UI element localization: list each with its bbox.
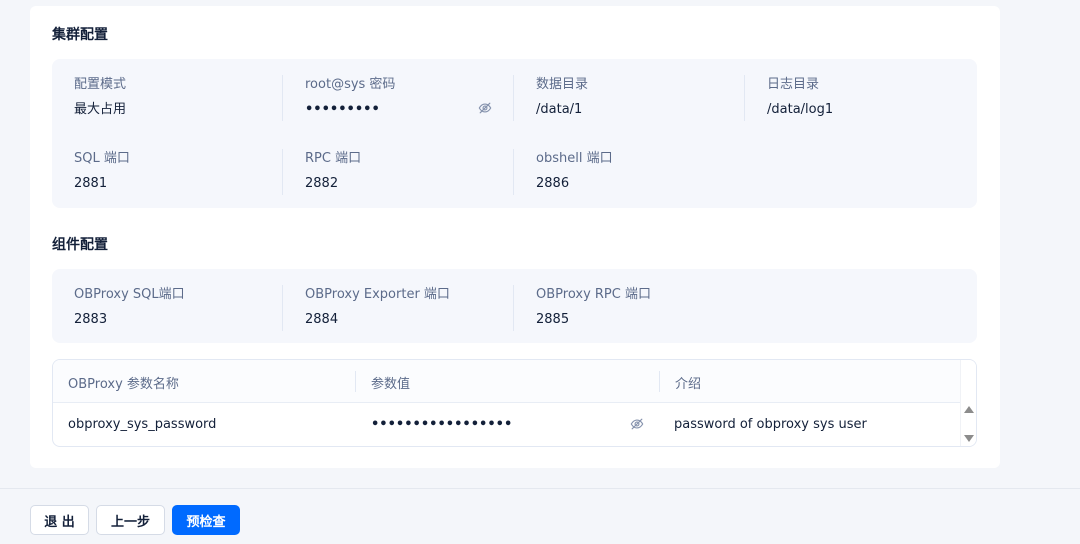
config-mode-label: 配置模式 xyxy=(74,77,127,92)
data-dir-field: 数据目录 /data/1 xyxy=(536,76,746,119)
footer-bar: 退 出 上一步 预检查 xyxy=(0,488,1080,544)
obproxy-rpc-port-field: OBProxy RPC 端口 2885 xyxy=(536,286,746,329)
component-config-box: OBProxy SQL端口 2883 OBProxy Exporter 端口 2… xyxy=(52,269,977,343)
obshell-port-value: 2886 xyxy=(536,176,570,191)
divider xyxy=(513,75,514,121)
root-password-label: root@sys 密码 xyxy=(305,77,396,92)
config-card: 集群配置 配置模式 最大占用 root@sys 密码 ••••••••• 数据目… xyxy=(30,6,1000,468)
obproxy-exporter-port-field: OBProxy Exporter 端口 2884 xyxy=(305,286,515,329)
root-password-value: ••••••••• xyxy=(305,102,380,117)
eye-invisible-icon[interactable] xyxy=(478,101,492,115)
sql-port-field: SQL 端口 2881 xyxy=(74,150,284,193)
divider xyxy=(513,149,514,195)
header-param-value: 参数值 xyxy=(371,377,411,392)
log-dir-field: 日志目录 /data/log1 xyxy=(767,76,977,119)
scroll-down-arrow-icon[interactable] xyxy=(964,435,974,442)
header-param-name: OBProxy 参数名称 xyxy=(68,377,179,392)
divider xyxy=(282,75,283,121)
log-dir-value: /data/log1 xyxy=(767,102,834,117)
divider xyxy=(744,75,745,121)
obshell-port-field: obshell 端口 2886 xyxy=(536,150,746,193)
obproxy-rpc-port-label: OBProxy RPC 端口 xyxy=(536,287,651,302)
obproxy-sql-port-value: 2883 xyxy=(74,312,108,327)
sql-port-value: 2881 xyxy=(74,176,108,191)
precheck-button[interactable]: 预检查 xyxy=(172,505,240,535)
scroll-up-arrow-icon[interactable] xyxy=(964,406,974,413)
rpc-port-field: RPC 端口 2882 xyxy=(305,150,515,193)
rpc-port-label: RPC 端口 xyxy=(305,151,362,166)
param-value-cell: ••••••••••••••••• xyxy=(371,417,513,432)
data-dir-label: 数据目录 xyxy=(536,77,589,92)
divider xyxy=(282,285,283,331)
table-scrollbar[interactable] xyxy=(960,360,976,446)
param-description-cell: password of obproxy sys user xyxy=(674,417,867,432)
eye-invisible-icon[interactable] xyxy=(630,417,644,431)
divider xyxy=(513,285,514,331)
obproxy-exporter-port-label: OBProxy Exporter 端口 xyxy=(305,287,450,302)
previous-step-button[interactable]: 上一步 xyxy=(96,505,165,535)
obproxy-params-table: OBProxy 参数名称 参数值 介绍 obproxy_sys_password… xyxy=(52,359,977,447)
param-name-cell: obproxy_sys_password xyxy=(68,417,217,432)
obproxy-rpc-port-value: 2885 xyxy=(536,312,570,327)
root-password-field: root@sys 密码 ••••••••• xyxy=(305,76,495,119)
header-divider xyxy=(355,371,356,392)
exit-button[interactable]: 退 出 xyxy=(30,505,89,535)
header-divider xyxy=(659,371,660,392)
config-mode-value: 最大占用 xyxy=(74,102,127,117)
sql-port-label: SQL 端口 xyxy=(74,151,130,166)
cluster-config-title: 集群配置 xyxy=(52,27,108,43)
obshell-port-label: obshell 端口 xyxy=(536,151,613,166)
config-mode-field: 配置模式 最大占用 xyxy=(74,76,284,119)
rpc-port-value: 2882 xyxy=(305,176,339,191)
log-dir-label: 日志目录 xyxy=(767,77,820,92)
component-config-title: 组件配置 xyxy=(52,237,108,253)
header-description: 介绍 xyxy=(675,377,702,392)
divider xyxy=(282,149,283,195)
table-header: OBProxy 参数名称 参数值 介绍 xyxy=(53,360,976,403)
cluster-config-box: 配置模式 最大占用 root@sys 密码 ••••••••• 数据目录 /da… xyxy=(52,59,977,208)
obproxy-sql-port-field: OBProxy SQL端口 2883 xyxy=(74,286,284,329)
obproxy-sql-port-label: OBProxy SQL端口 xyxy=(74,287,185,302)
data-dir-value: /data/1 xyxy=(536,102,583,117)
obproxy-exporter-port-value: 2884 xyxy=(305,312,339,327)
